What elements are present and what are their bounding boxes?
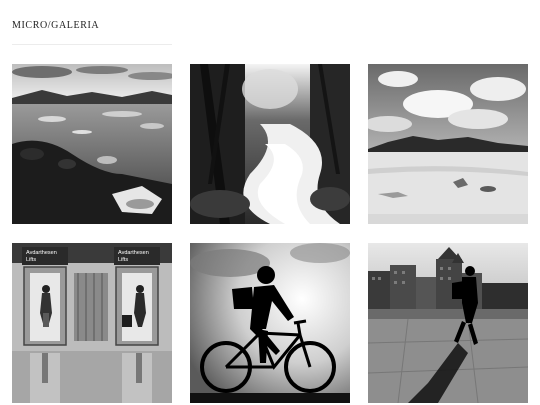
waterfront-image [368,243,528,403]
sign-text: Avdarthesen [118,250,149,256]
sign-text: Avdarthesen [26,250,57,256]
gallery-photo-elevators[interactable]: Avdarthesen Lifts Avdarthesen Lifts [12,243,172,403]
sign-text: Lifts [26,257,36,263]
gallery-photo-snowfield[interactable] [368,64,528,224]
cyclist-image [190,243,350,403]
title-divider [12,44,172,45]
gallery-photo-lakeshore[interactable] [12,64,172,224]
site-title[interactable]: MICRO/GALERIA [12,20,99,31]
sign-text: Lifts [118,257,128,263]
gallery-photo-waterfront[interactable] [368,243,528,403]
elevators-image: Avdarthesen Lifts Avdarthesen Lifts [12,243,172,403]
lakeshore-image [12,64,172,224]
gallery-photo-cyclist[interactable] [190,243,350,403]
snowfield-image [368,64,528,224]
gallery-photo-waterfall[interactable] [190,64,350,224]
waterfall-image [190,64,350,224]
